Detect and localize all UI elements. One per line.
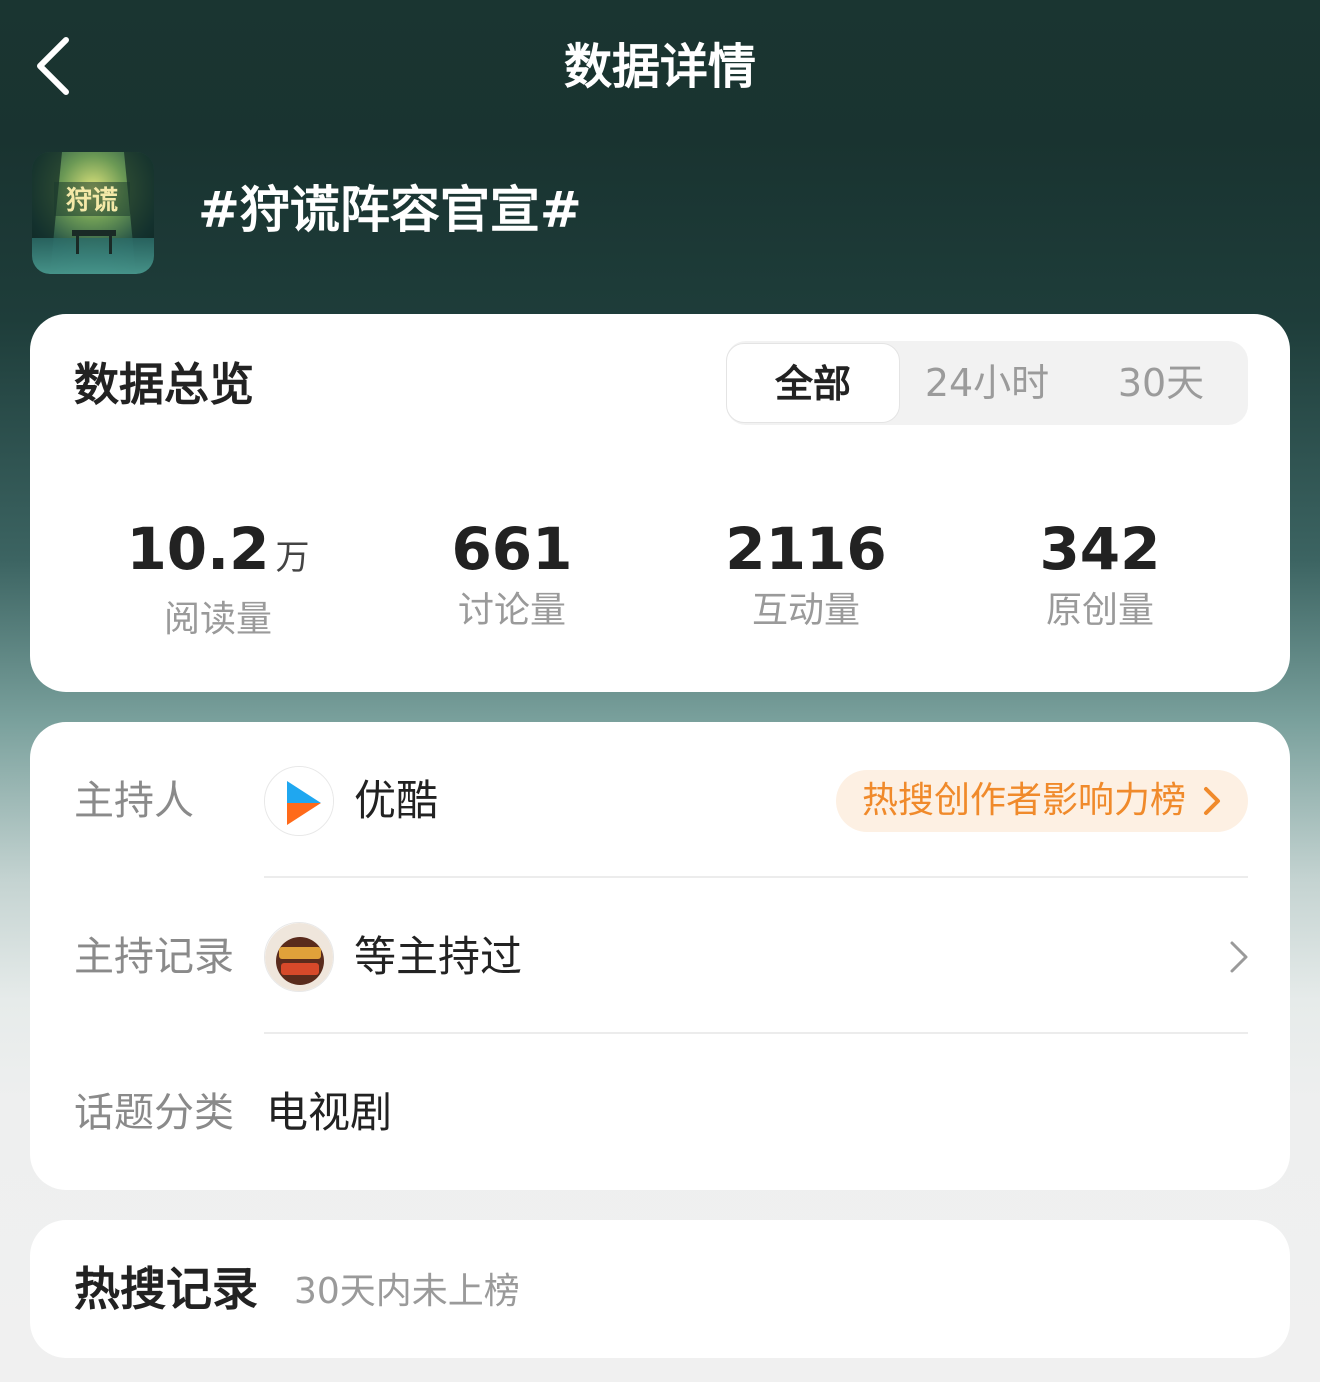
nav-bar: 数据详情 — [0, 0, 1320, 140]
stat-reads-value: 10.2 万 — [126, 515, 310, 583]
stat-reads: 10.2 万 阅读量 — [68, 514, 368, 645]
hot-record-subtitle: 30天内未上榜 — [294, 1271, 520, 1312]
stat-discussions: 661 讨论量 — [362, 514, 662, 636]
creator-rank-label: 热搜创作者影响力榜 — [862, 780, 1187, 821]
cover-title-text: 狩谎 — [65, 186, 118, 216]
youku-logo-icon — [265, 767, 333, 835]
show-poster-icon — [265, 923, 333, 991]
stat-originals-label: 原创量 — [1045, 590, 1154, 631]
tab-30d[interactable]: 30天 — [1074, 341, 1248, 425]
stat-originals-value: 342 — [1039, 515, 1161, 583]
stat-discussions-value: 661 — [451, 515, 573, 583]
record-avatar — [264, 922, 334, 992]
host-record-label: 主持记录 — [74, 934, 234, 980]
topic-title: #狩谎阵容官宣# — [198, 181, 582, 239]
stat-interactions: 2116 互动量 — [656, 514, 956, 636]
category-label: 话题分类 — [74, 1090, 234, 1136]
hot-record-card[interactable]: 热搜记录 30天内未上榜 — [30, 1220, 1290, 1358]
host-record-row[interactable]: 主持记录 等主持过 — [30, 878, 1290, 1034]
stat-interactions-label: 互动量 — [751, 590, 860, 631]
host-label: 主持人 — [74, 778, 194, 824]
host-avatar[interactable] — [264, 766, 334, 836]
stat-interactions-value: 2116 — [725, 515, 887, 583]
overview-card: 数据总览 全部 24小时 30天 10.2 万 阅读量 661 讨论量 2116 … — [30, 314, 1290, 692]
category-value: 电视剧 — [266, 1088, 393, 1137]
chevron-right-icon — [1204, 787, 1220, 815]
creator-rank-badge[interactable]: 热搜创作者影响力榜 — [836, 770, 1248, 832]
host-row: 主持人 优酷 热搜创作者影响力榜 — [30, 722, 1290, 878]
topic-cover-image[interactable]: 狩谎 — [32, 152, 154, 274]
tab-all[interactable]: 全部 — [726, 343, 900, 423]
chevron-right-icon[interactable] — [1228, 939, 1250, 975]
overview-title: 数据总览 — [74, 358, 255, 411]
page-title: 数据详情 — [563, 39, 756, 95]
hot-record-title: 热搜记录 — [74, 1262, 258, 1316]
stat-discussions-label: 讨论量 — [457, 590, 566, 631]
category-row: 话题分类 电视剧 — [30, 1034, 1290, 1190]
host-name[interactable]: 优酷 — [354, 766, 438, 836]
stat-reads-unit: 万 — [275, 538, 310, 578]
host-record-value: 等主持过 — [354, 932, 523, 981]
tab-24h[interactable]: 24小时 — [900, 341, 1074, 425]
info-card: 主持人 优酷 热搜创作者影响力榜 主持记录 等主持过 话题分类 电视剧 — [30, 722, 1290, 1190]
stat-reads-label: 阅读量 — [163, 599, 272, 640]
stat-originals: 342 原创量 — [950, 514, 1250, 636]
time-range-tabs: 全部 24小时 30天 — [726, 341, 1248, 425]
